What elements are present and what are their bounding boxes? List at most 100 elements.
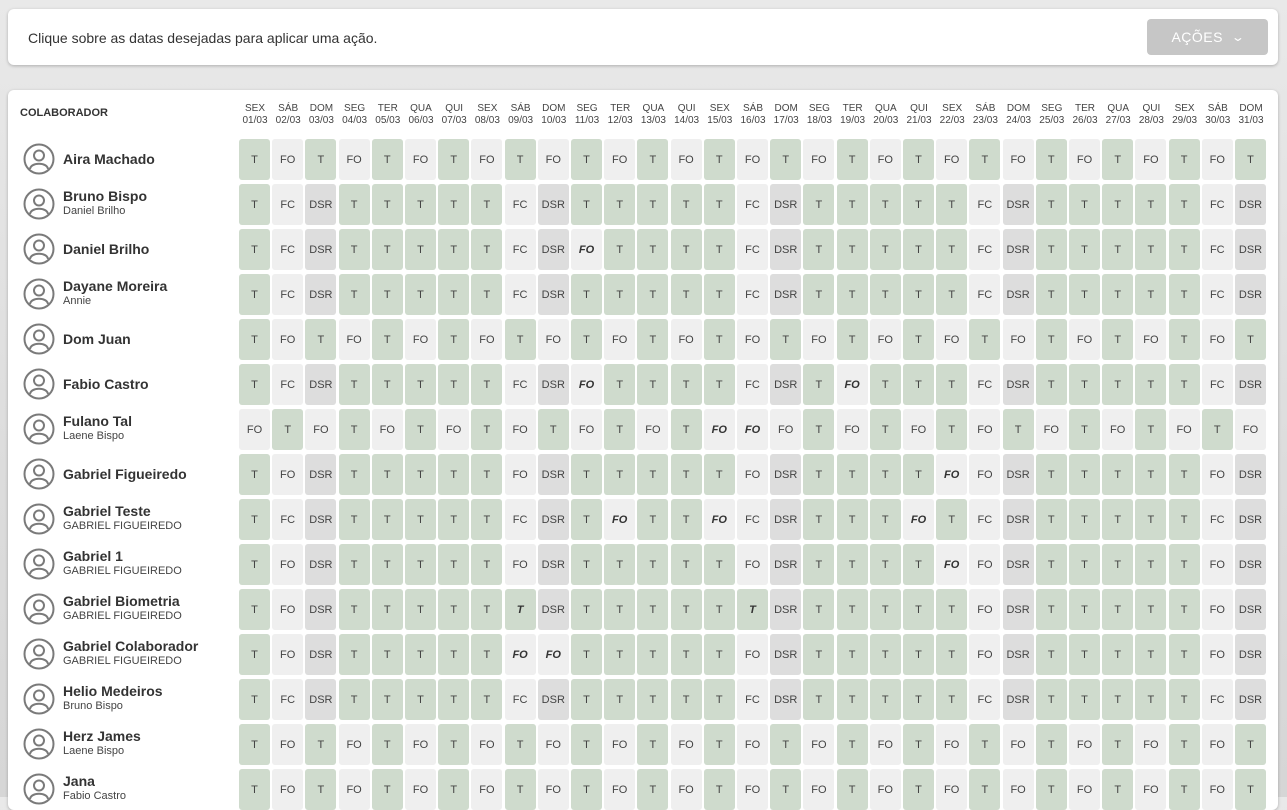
- schedule-cell[interactable]: T: [670, 184, 702, 225]
- schedule-cell[interactable]: T: [1235, 319, 1266, 360]
- day-header[interactable]: DOM 17/03: [770, 103, 802, 127]
- schedule-cell[interactable]: T: [903, 454, 934, 495]
- schedule-cell[interactable]: T: [604, 364, 636, 405]
- schedule-cell[interactable]: FO: [571, 409, 602, 450]
- schedule-cell[interactable]: T: [670, 274, 702, 315]
- schedule-cell[interactable]: T: [1102, 679, 1134, 720]
- schedule-cell[interactable]: FO: [272, 589, 304, 630]
- day-header[interactable]: TER 05/03: [372, 103, 404, 127]
- schedule-cell[interactable]: DSR: [1002, 634, 1034, 675]
- schedule-cell[interactable]: T: [604, 184, 636, 225]
- schedule-cell[interactable]: DSR: [537, 454, 569, 495]
- schedule-cell[interactable]: T: [1135, 454, 1167, 495]
- schedule-cell[interactable]: T: [604, 589, 636, 630]
- schedule-cell[interactable]: T: [471, 409, 503, 450]
- schedule-cell[interactable]: T: [637, 589, 669, 630]
- schedule-cell[interactable]: FO: [836, 364, 868, 405]
- schedule-cell[interactable]: FO: [903, 499, 934, 540]
- schedule-cell[interactable]: FO: [737, 409, 768, 450]
- schedule-cell[interactable]: T: [1069, 589, 1100, 630]
- schedule-cell[interactable]: FC: [504, 364, 536, 405]
- schedule-cell[interactable]: DSR: [305, 499, 337, 540]
- schedule-cell[interactable]: FO: [969, 454, 1001, 495]
- schedule-cell[interactable]: T: [836, 319, 868, 360]
- schedule-cell[interactable]: T: [438, 544, 470, 585]
- schedule-cell[interactable]: FO: [338, 724, 370, 765]
- schedule-cell[interactable]: T: [869, 454, 901, 495]
- schedule-cell[interactable]: T: [239, 679, 270, 720]
- day-header[interactable]: SÁB 23/03: [969, 103, 1001, 127]
- schedule-cell[interactable]: T: [1168, 229, 1200, 270]
- day-header[interactable]: SEX 22/03: [936, 103, 968, 127]
- schedule-cell[interactable]: T: [936, 364, 968, 405]
- schedule-cell[interactable]: T: [371, 634, 403, 675]
- day-header[interactable]: TER 12/03: [604, 103, 636, 127]
- schedule-cell[interactable]: T: [338, 499, 370, 540]
- schedule-cell[interactable]: T: [869, 274, 901, 315]
- schedule-cell[interactable]: T: [1135, 499, 1167, 540]
- schedule-cell[interactable]: DSR: [770, 589, 802, 630]
- schedule-cell[interactable]: T: [869, 364, 901, 405]
- schedule-cell[interactable]: FO: [969, 589, 1001, 630]
- schedule-cell[interactable]: T: [604, 679, 636, 720]
- schedule-cell[interactable]: T: [1035, 769, 1067, 810]
- schedule-cell[interactable]: FC: [1201, 274, 1233, 315]
- schedule-cell[interactable]: T: [1235, 139, 1266, 180]
- schedule-cell[interactable]: FO: [869, 319, 901, 360]
- schedule-cell[interactable]: FO: [305, 409, 337, 450]
- schedule-cell[interactable]: T: [338, 229, 370, 270]
- schedule-cell[interactable]: T: [1135, 544, 1167, 585]
- schedule-cell[interactable]: T: [239, 364, 270, 405]
- schedule-cell[interactable]: T: [670, 409, 702, 450]
- schedule-cell[interactable]: T: [338, 589, 370, 630]
- schedule-cell[interactable]: DSR: [1002, 364, 1034, 405]
- schedule-cell[interactable]: FC: [272, 364, 304, 405]
- schedule-cell[interactable]: T: [371, 679, 403, 720]
- schedule-cell[interactable]: T: [1035, 139, 1067, 180]
- schedule-cell[interactable]: FO: [604, 139, 636, 180]
- schedule-cell[interactable]: T: [637, 724, 669, 765]
- schedule-cell[interactable]: T: [239, 589, 270, 630]
- schedule-cell[interactable]: FO: [272, 634, 304, 675]
- schedule-cell[interactable]: T: [1035, 499, 1067, 540]
- schedule-cell[interactable]: T: [1168, 679, 1200, 720]
- schedule-cell[interactable]: T: [969, 319, 1001, 360]
- schedule-cell[interactable]: T: [1069, 184, 1100, 225]
- schedule-cell[interactable]: T: [471, 454, 503, 495]
- schedule-cell[interactable]: T: [1201, 409, 1233, 450]
- schedule-cell[interactable]: DSR: [1235, 274, 1266, 315]
- schedule-cell[interactable]: T: [836, 229, 868, 270]
- schedule-cell[interactable]: FO: [803, 724, 835, 765]
- schedule-cell[interactable]: T: [803, 364, 835, 405]
- schedule-cell[interactable]: FC: [272, 229, 304, 270]
- schedule-cell[interactable]: T: [438, 769, 470, 810]
- schedule-cell[interactable]: DSR: [537, 184, 569, 225]
- schedule-cell[interactable]: T: [1069, 544, 1100, 585]
- schedule-cell[interactable]: FO: [770, 409, 802, 450]
- schedule-cell[interactable]: FO: [670, 319, 702, 360]
- schedule-cell[interactable]: FC: [737, 364, 768, 405]
- schedule-cell[interactable]: T: [438, 679, 470, 720]
- schedule-cell[interactable]: FO: [604, 499, 636, 540]
- schedule-cell[interactable]: T: [438, 229, 470, 270]
- schedule-cell[interactable]: FO: [903, 409, 934, 450]
- schedule-cell[interactable]: T: [405, 499, 436, 540]
- schedule-cell[interactable]: FO: [869, 769, 901, 810]
- schedule-cell[interactable]: T: [405, 274, 436, 315]
- schedule-cell[interactable]: T: [305, 319, 337, 360]
- schedule-cell[interactable]: FO: [338, 319, 370, 360]
- schedule-cell[interactable]: T: [371, 274, 403, 315]
- schedule-cell[interactable]: DSR: [770, 454, 802, 495]
- schedule-cell[interactable]: T: [903, 139, 934, 180]
- schedule-cell[interactable]: T: [1035, 634, 1067, 675]
- schedule-cell[interactable]: T: [670, 634, 702, 675]
- schedule-cell[interactable]: T: [338, 364, 370, 405]
- schedule-cell[interactable]: FO: [737, 724, 768, 765]
- schedule-cell[interactable]: T: [936, 409, 968, 450]
- schedule-cell[interactable]: T: [371, 544, 403, 585]
- schedule-cell[interactable]: T: [338, 409, 370, 450]
- day-header[interactable]: SÁB 09/03: [505, 103, 537, 127]
- schedule-cell[interactable]: T: [1102, 499, 1134, 540]
- schedule-cell[interactable]: T: [1102, 274, 1134, 315]
- schedule-cell[interactable]: T: [1168, 364, 1200, 405]
